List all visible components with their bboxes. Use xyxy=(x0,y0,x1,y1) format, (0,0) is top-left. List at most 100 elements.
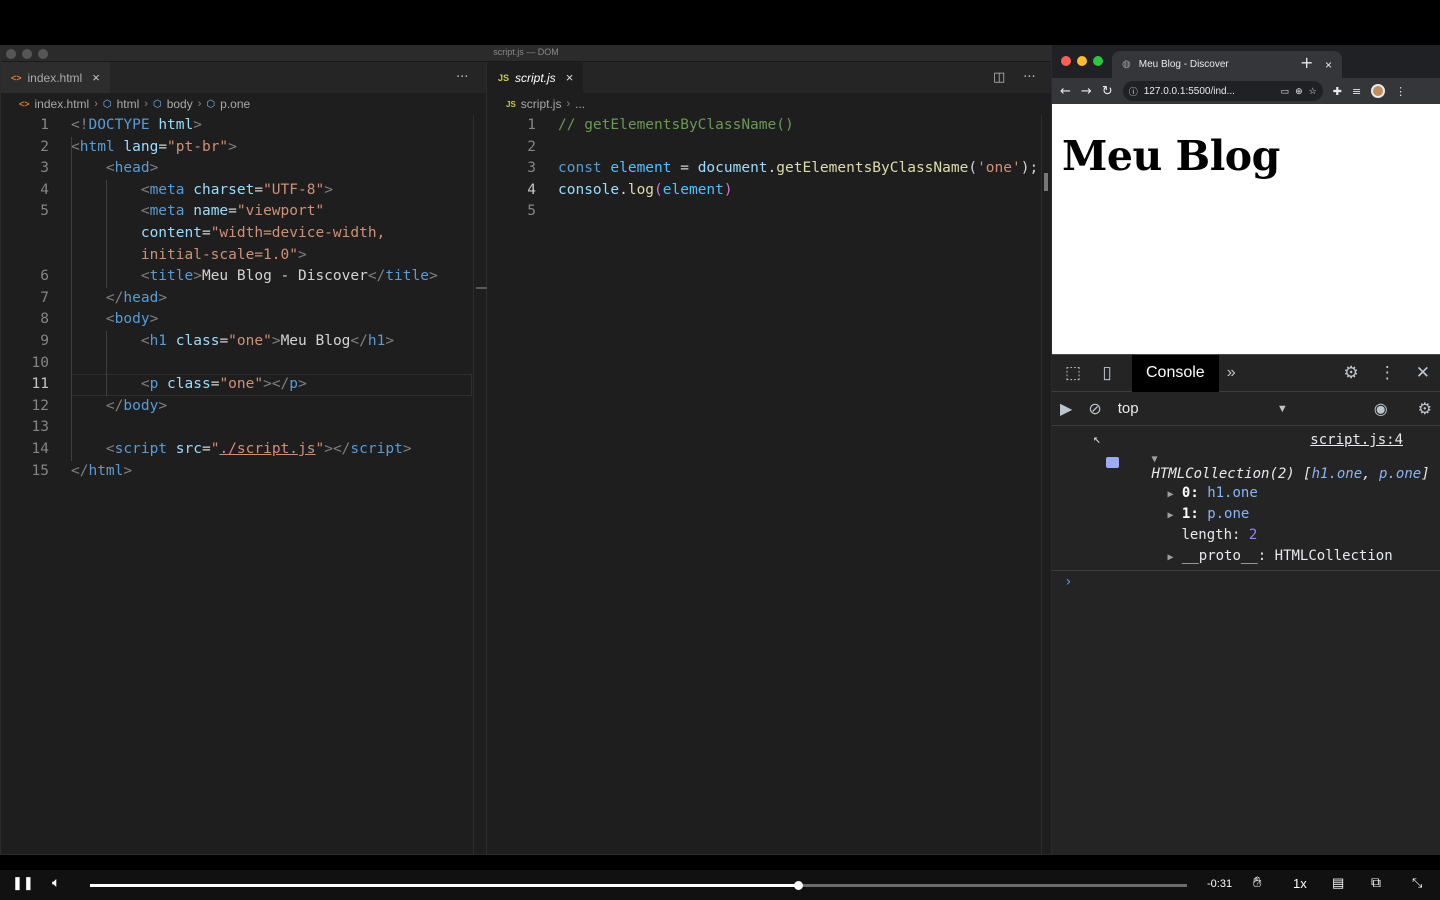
zoom-icon[interactable]: ⊕ xyxy=(1295,86,1303,97)
breadcrumb-item[interactable]: ... xyxy=(575,97,585,111)
console-prompt[interactable]: › xyxy=(1064,574,1072,590)
captions-icon[interactable]: ▤ xyxy=(1332,875,1344,891)
code-token: meta xyxy=(149,181,185,198)
tab-console[interactable]: Console xyxy=(1132,354,1219,392)
clear-console-icon[interactable]: ⊘ xyxy=(1088,399,1101,419)
browser-menu-icon[interactable]: ⋮ xyxy=(1395,85,1406,98)
media-playlist-icon[interactable]: ≡ xyxy=(1352,85,1361,98)
collection-proto[interactable]: ▶ __proto__: HTMLCollection xyxy=(1100,532,1392,580)
code-editor-left[interactable]: 1 <!DOCTYPE html> 2 <html lang="pt-br"> 3 <h… xyxy=(1,115,486,854)
code-token: title xyxy=(149,268,194,285)
sidebar-toggle-icon[interactable]: ▶ xyxy=(1060,399,1072,419)
code-line[interactable]: 1 // getElementsByClassName() xyxy=(488,115,1051,137)
split-editor-icon[interactable]: ◫ xyxy=(993,70,1005,85)
scrollbar-right[interactable] xyxy=(1041,115,1051,854)
code-line[interactable]: 13 xyxy=(1,417,486,439)
new-tab-button[interactable]: + xyxy=(1300,53,1313,72)
breadcrumb-item[interactable]: p.one xyxy=(220,97,250,111)
window-controls[interactable] xyxy=(1061,56,1103,66)
tab-script-js[interactable]: JS script.js × xyxy=(488,62,584,93)
scrollbar-thumb[interactable] xyxy=(476,287,487,289)
expand-triangle-icon[interactable]: ▶ xyxy=(1167,552,1173,563)
progress-knob[interactable] xyxy=(793,881,803,890)
tab-index-html[interactable]: <> index.html × xyxy=(1,62,110,93)
back-arrow-icon[interactable]: ← xyxy=(1060,84,1071,99)
code-line[interactable]: 3 <head> xyxy=(1,158,486,180)
address-bar[interactable]: ⓘ 127.0.0.1:5500/ind... ▭ ⊕ ☆ xyxy=(1122,81,1323,101)
forward-arrow-icon[interactable]: → xyxy=(1081,84,1092,99)
close-tab-icon[interactable]: × xyxy=(92,70,100,85)
picture-in-picture-icon[interactable]: ⧉ xyxy=(1371,874,1381,891)
kebab-menu-icon[interactable]: ⋮ xyxy=(1379,363,1396,383)
reload-icon[interactable]: ↻ xyxy=(1102,84,1113,99)
code-token: ) xyxy=(723,181,733,198)
device-toolbar-icon[interactable]: ▯ xyxy=(1090,363,1124,383)
profile-avatar[interactable] xyxy=(1371,84,1386,98)
code-line[interactable]: 9 <h1 class="one">Meu Blog</h1> xyxy=(1,331,486,353)
close-tab-icon[interactable]: × xyxy=(1325,58,1332,72)
code-line[interactable]: 4 <meta charset="UTF-8"> xyxy=(1,180,486,202)
code-line[interactable]: 10 xyxy=(1,353,486,375)
eye-icon[interactable]: ◉ xyxy=(1374,399,1388,419)
info-icon[interactable]: ⓘ xyxy=(1129,85,1138,98)
code-token: body xyxy=(123,397,159,414)
breadcrumb-item[interactable]: body xyxy=(167,97,193,111)
progress-bar[interactable] xyxy=(90,881,1187,890)
code-line[interactable]: 3 const element = document.getElementsByC… xyxy=(488,158,1051,180)
breadcrumb-item[interactable]: index.html xyxy=(35,97,90,111)
line-number: 6 xyxy=(40,268,49,285)
scrollbar-left[interactable] xyxy=(473,115,487,854)
code-token: title xyxy=(385,268,429,285)
code-line[interactable]: 6 <title>Meu Blog - Discover</title> xyxy=(1,266,486,288)
code-line[interactable]: initial-scale=1.0"> xyxy=(1,245,486,267)
code-line[interactable]: 14 <script src="./script.js"></script> xyxy=(1,439,486,461)
bookmark-star-icon[interactable]: ☆ xyxy=(1309,86,1317,97)
more-actions-icon[interactable]: ··· xyxy=(456,70,468,85)
close-tab-icon[interactable]: × xyxy=(566,70,574,85)
context-selector[interactable]: top ▼ xyxy=(1118,400,1288,417)
code-line[interactable]: 8 <body> xyxy=(1,309,486,331)
code-token: "width=device-width, xyxy=(210,225,386,241)
scrollbar-thumb[interactable] xyxy=(1044,173,1048,191)
code-token: element xyxy=(610,160,672,177)
gesture-hand-icon[interactable]: ✋︎ xyxy=(1253,874,1262,891)
code-token: < xyxy=(140,203,150,220)
pause-icon[interactable]: ❚❚ xyxy=(12,875,34,891)
code-token: // getElementsByClassName() xyxy=(558,117,794,133)
expand-triangle-icon[interactable]: ▼ xyxy=(1151,454,1157,465)
code-line[interactable]: 12 </body> xyxy=(1,396,486,418)
close-icon[interactable]: ✕ xyxy=(1416,363,1430,383)
cast-icon[interactable]: ▭ xyxy=(1281,86,1290,97)
code-line[interactable]: 1 <!DOCTYPE html> xyxy=(1,115,486,137)
maximize-window-dot[interactable] xyxy=(1093,56,1103,66)
code-line[interactable]: 4 console.log(element) xyxy=(488,180,1051,202)
inspect-element-icon[interactable]: ⬚ xyxy=(1056,363,1090,383)
chevron-right-icon: › xyxy=(566,98,571,110)
code-token: h1 xyxy=(149,333,168,349)
minimize-window-dot[interactable] xyxy=(1077,56,1087,66)
gear-icon[interactable]: ⚙ xyxy=(1418,399,1432,419)
extensions-puzzle-icon[interactable]: ✚ xyxy=(1333,85,1342,98)
breadcrumb-item[interactable]: html xyxy=(117,97,140,111)
code-line[interactable]: 5 <meta name="viewport" xyxy=(1,201,486,223)
chevron-right-icon: › xyxy=(197,98,202,110)
volume-icon[interactable]: 🔈︎ xyxy=(52,874,60,891)
code-token: > xyxy=(158,289,168,306)
code-line[interactable]: 15 </html> xyxy=(1,461,486,483)
breadcrumb-item[interactable]: script.js xyxy=(521,97,562,111)
code-line[interactable]: 7 </head> xyxy=(1,288,486,310)
code-token: < xyxy=(105,311,115,328)
gear-icon[interactable]: ⚙ xyxy=(1344,363,1359,383)
code-editor-right[interactable]: 1 // getElementsByClassName() 2 3 const elem… xyxy=(488,115,1051,854)
more-tabs-icon[interactable]: » xyxy=(1227,364,1236,382)
playback-speed[interactable]: 1x xyxy=(1293,876,1307,891)
exit-fullscreen-icon[interactable]: ⤡ xyxy=(1412,875,1422,891)
code-line[interactable]: content="width=device-width, xyxy=(1,223,486,245)
info-badge-icon[interactable] xyxy=(1106,457,1119,468)
code-line[interactable]: 2 xyxy=(488,137,1051,159)
close-window-dot[interactable] xyxy=(1061,56,1071,66)
code-line[interactable]: 5 xyxy=(488,201,1051,223)
code-line[interactable]: 2 <html lang="pt-br"> xyxy=(1,137,486,159)
more-actions-icon[interactable]: ··· xyxy=(1023,70,1035,85)
indent-guide xyxy=(106,331,107,396)
